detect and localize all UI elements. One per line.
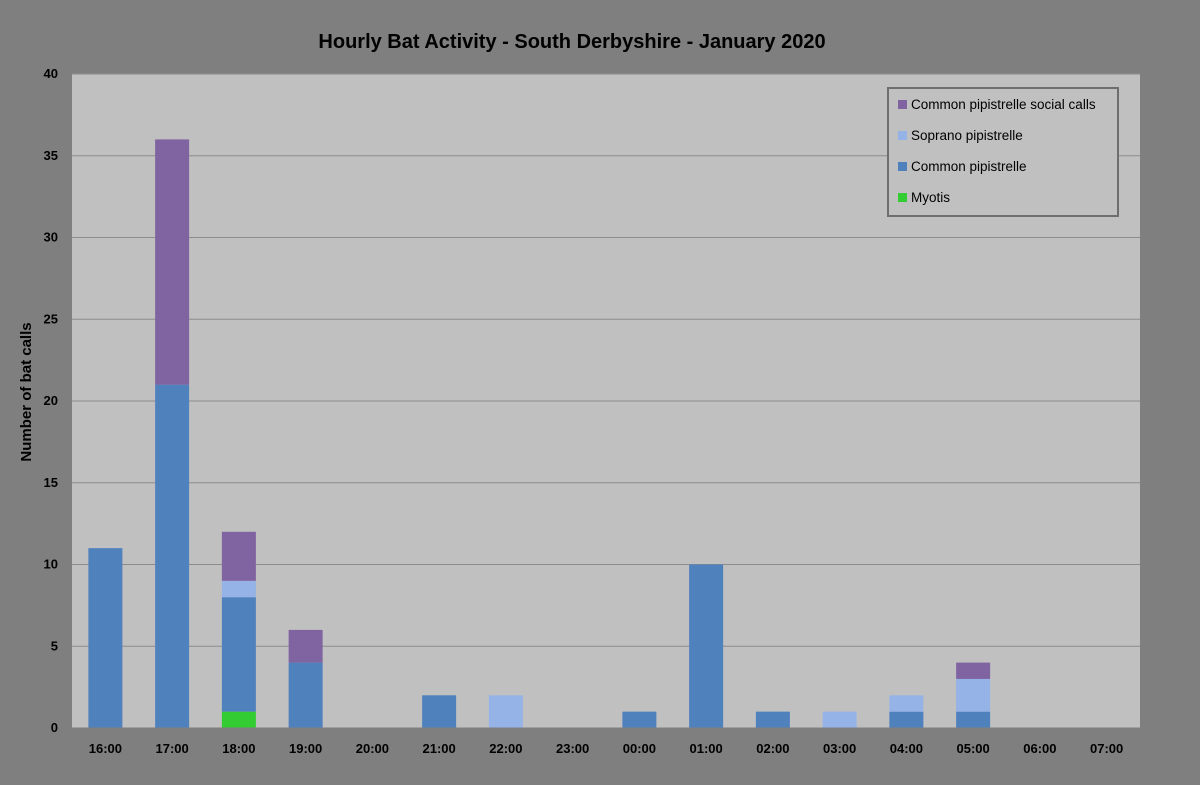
x-tick-label: 22:00 [489, 741, 522, 756]
y-tick-label: 25 [44, 311, 58, 326]
bar-segment-0400-s1 [889, 711, 924, 728]
bar-segment-1700-s1 [155, 384, 190, 728]
x-tick-label: 17:00 [156, 741, 189, 756]
bar-segment-0100-s1 [689, 564, 724, 728]
legend-swatch [898, 193, 907, 202]
x-tick-label: 01:00 [690, 741, 723, 756]
x-axis-ticks: 16:00 17:00 18:00 19:00 20:00 21:00 22:00 23:00… [89, 741, 1124, 756]
x-tick-label: 05:00 [957, 741, 990, 756]
chart-title: Hourly Bat Activity - South Derbyshire -… [318, 31, 825, 53]
legend-label: Common pipistrelle social calls [911, 97, 1096, 112]
bar-segment-1800-s0 [221, 711, 256, 728]
bar-segment-1900-s1 [288, 662, 323, 728]
y-tick-label: 5 [51, 638, 58, 653]
x-tick-label: 04:00 [890, 741, 923, 756]
x-tick-label: 21:00 [423, 741, 456, 756]
bar-segment-2200-s2 [488, 695, 523, 728]
x-tick-label: 23:00 [556, 741, 589, 756]
legend-swatch [898, 100, 907, 109]
y-tick-label: 35 [44, 148, 58, 163]
legend-label: Myotis [911, 190, 950, 205]
bar-segment-0500-s3 [956, 662, 991, 679]
x-tick-label: 19:00 [289, 741, 322, 756]
y-tick-label: 15 [44, 475, 58, 490]
bar-segment-1800-s1 [221, 597, 256, 712]
y-tick-label: 30 [44, 230, 58, 245]
y-tick-label: 10 [44, 557, 58, 572]
x-tick-label: 07:00 [1090, 741, 1123, 756]
bar-segment-1600-s1 [88, 548, 123, 728]
bar-segment-0200-s1 [755, 711, 790, 728]
legend-swatch [898, 162, 907, 171]
x-tick-label: 06:00 [1023, 741, 1056, 756]
bar-segment-1800-s2 [221, 580, 256, 598]
y-tick-label: 40 [44, 66, 58, 81]
y-axis-label: Number of bat calls [18, 322, 35, 461]
bar-segment-0500-s2 [956, 678, 991, 712]
bat-activity-chart: Hourly Bat Activity - South Derbyshire -… [18, 31, 1140, 756]
bar-segment-1900-s3 [288, 629, 323, 663]
legend-label: Soprano pipistrelle [911, 128, 1023, 143]
y-tick-label: 20 [44, 393, 58, 408]
y-tick-label: 0 [51, 720, 58, 735]
legend: Common pipistrelle social calls Soprano p… [887, 87, 1119, 217]
y-axis-ticks: 0 5 10 15 20 25 30 35 40 [44, 66, 58, 735]
x-tick-label: 02:00 [756, 741, 789, 756]
bar-segment-0400-s2 [889, 695, 924, 712]
x-tick-label: 20:00 [356, 741, 389, 756]
bar-segment-2100-s1 [422, 695, 457, 728]
bar-segment-0500-s1 [956, 711, 991, 728]
bar-segment-0000-s1 [622, 711, 657, 728]
legend-swatch [898, 131, 907, 140]
legend-label: Common pipistrelle [911, 159, 1027, 174]
x-tick-label: 03:00 [823, 741, 856, 756]
x-tick-label: 16:00 [89, 741, 122, 756]
x-tick-label: 18:00 [222, 741, 255, 756]
bar-segment-1700-s3 [155, 139, 190, 385]
bar-segment-0300-s2 [822, 711, 857, 728]
x-tick-label: 00:00 [623, 741, 656, 756]
bar-segment-1800-s3 [221, 531, 256, 581]
